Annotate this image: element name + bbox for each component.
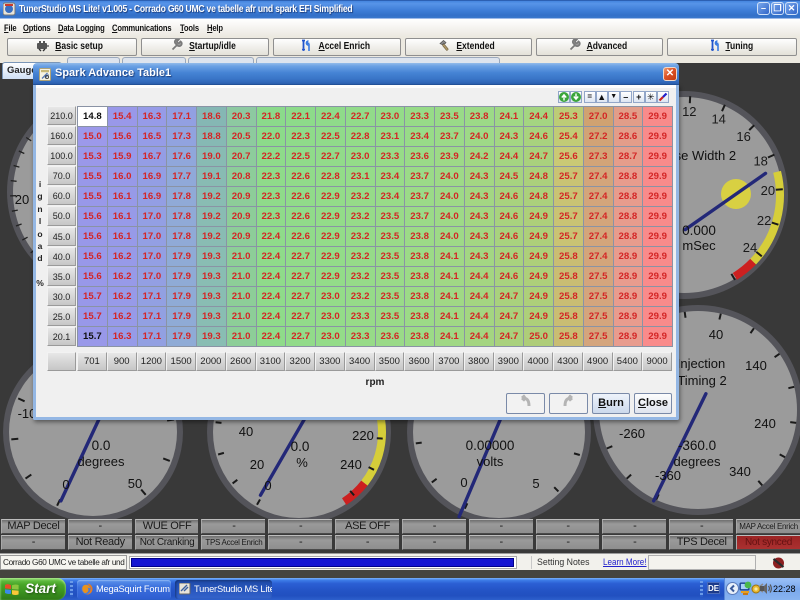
svg-text:0: 0 [264,478,271,493]
svg-text:0: 0 [460,475,467,490]
svg-text:20: 20 [250,457,264,472]
svg-text:0.00000: 0.00000 [466,438,515,453]
svg-text:-260: -260 [619,426,645,441]
svg-text:18: 18 [753,154,767,169]
svg-text:40: 40 [239,424,253,439]
svg-text:240: 240 [754,416,776,431]
svg-text:50: 50 [128,476,142,491]
svg-text:20: 20 [761,183,775,198]
svg-text:Injection: Injection [677,356,725,371]
svg-text:16: 16 [736,129,750,144]
svg-text:0: 0 [62,477,69,492]
svg-text:40: 40 [709,327,723,342]
svg-text:240: 240 [340,457,362,472]
svg-text:140: 140 [745,358,767,373]
svg-text:0.000: 0.000 [682,223,716,238]
svg-text:14: 14 [711,112,725,127]
svg-text:degrees: degrees [78,454,125,469]
svg-text:-360: -360 [655,468,681,483]
svg-text:mSec: mSec [682,238,716,253]
svg-text:340: 340 [729,464,751,479]
svg-text:-360.0: -360.0 [678,438,716,453]
svg-text:22: 22 [757,213,771,228]
svg-text:Timing 2: Timing 2 [677,373,726,388]
svg-text:0.0: 0.0 [291,439,310,454]
svg-text:12: 12 [682,104,696,119]
svg-text:220: 220 [352,428,374,443]
svg-text:degrees: degrees [674,454,721,469]
svg-text:0.0: 0.0 [92,438,111,453]
svg-text:5: 5 [532,476,539,491]
svg-text:%: % [296,455,308,470]
svg-text:20: 20 [15,192,29,207]
svg-text:volts: volts [477,454,504,469]
svg-text:24: 24 [743,240,757,255]
